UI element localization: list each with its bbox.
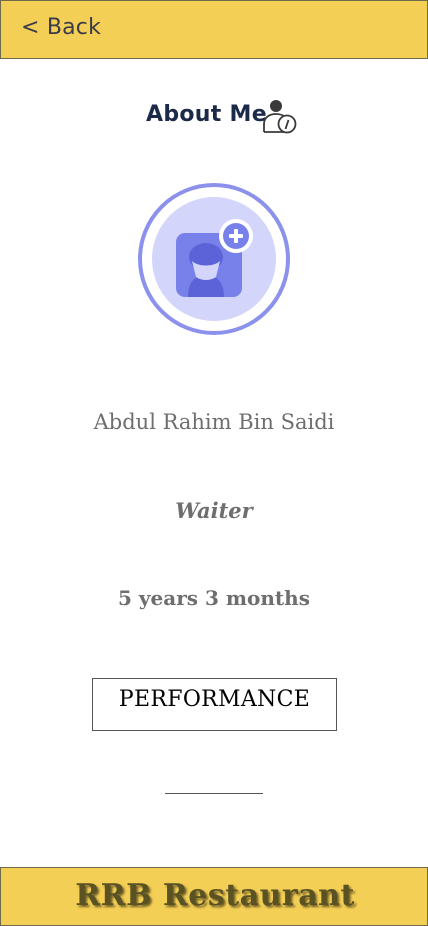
employee-name: Abdul Rahim Bin Saidi (93, 410, 335, 434)
divider (165, 793, 263, 794)
performance-button[interactable]: PERFORMANCE (92, 678, 337, 731)
back-button[interactable]: < Back (21, 15, 101, 40)
user-info-icon (263, 100, 297, 134)
brand-name: RRB Restaurant (75, 878, 355, 913)
employee-tenure: 5 years 3 months (118, 586, 310, 610)
bottom-bar: RRB Restaurant (0, 867, 428, 926)
avatar[interactable] (136, 181, 292, 337)
about-me-screen: < Back About Me Abdul Rahim Bin Saidi Wa… (0, 0, 428, 926)
about-header: About Me (0, 94, 428, 134)
top-bar: < Back (0, 0, 428, 59)
employee-role: Waiter (175, 498, 253, 523)
page-title: About Me (146, 102, 267, 127)
performance-button-label: PERFORMANCE (118, 687, 311, 712)
